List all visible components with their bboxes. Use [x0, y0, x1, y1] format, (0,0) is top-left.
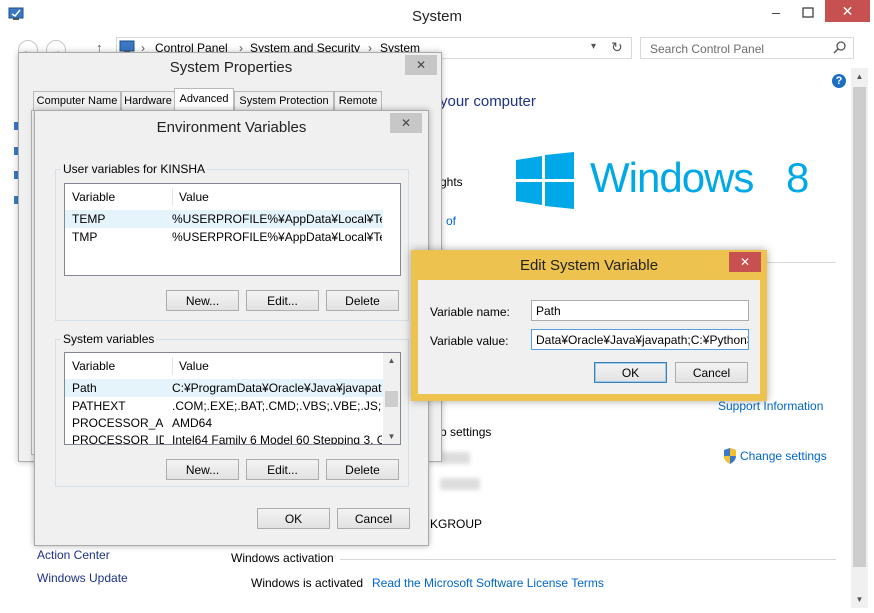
table-row[interactable]: TMP %USERPROFILE%¥AppData¥Local¥Temp [65, 228, 383, 246]
system-edit-button[interactable]: Edit... [246, 459, 319, 480]
support-information-link[interactable]: Support Information [718, 399, 823, 413]
scrollbar[interactable]: ▲ ▼ [851, 68, 868, 608]
scroll-up-icon[interactable]: ▲ [851, 68, 868, 85]
search-icon[interactable] [833, 40, 847, 57]
list-scrollbar[interactable]: ▲ ▼ [383, 353, 400, 444]
env-titlebar: Environment Variables ✕ [35, 111, 428, 143]
page-heading: your computer [440, 93, 536, 110]
tab-remote[interactable]: Remote [334, 91, 382, 111]
environment-variables-dialog: Environment Variables ✕ User variables f… [34, 110, 429, 546]
windows-flag-icon [516, 152, 574, 209]
activation-heading: Windows activation [231, 551, 334, 565]
table-row[interactable]: PROCESSOR_A... AMD64 [65, 414, 383, 432]
tab-advanced[interactable]: Advanced [174, 88, 234, 111]
address-dropdown-icon[interactable]: ▾ [591, 41, 596, 52]
edit-var-cancel-button[interactable]: Cancel [675, 362, 748, 383]
user-edit-button[interactable]: Edit... [246, 290, 319, 311]
list-header: Variable Value [65, 357, 383, 375]
search-placeholder: Search Control Panel [650, 42, 765, 56]
activation-status: Windows is activated [251, 576, 364, 590]
edit-var-body: Variable name: Path Variable value: Data… [418, 280, 760, 394]
edit-var-title: Edit System Variable [519, 257, 659, 274]
system-properties-close-button[interactable]: ✕ [405, 55, 437, 75]
shield-icon [723, 448, 737, 464]
user-variables-label: User variables for KINSHA [61, 162, 208, 176]
scroll-down-icon[interactable]: ▼ [851, 591, 868, 608]
divider [766, 262, 836, 263]
variable-value-field[interactable]: Data¥Oracle¥Java¥javapath;C:¥Python34¥ [531, 329, 749, 350]
scroll-thumb[interactable] [853, 87, 866, 567]
system-titlebar: System – ✕ [0, 0, 874, 32]
windows-logo-text: Windows [590, 154, 754, 201]
system-delete-button[interactable]: Delete [326, 459, 399, 480]
user-new-button[interactable]: New... [166, 290, 239, 311]
edit-var-ok-button[interactable]: OK [594, 362, 667, 383]
col-variable-header[interactable]: Variable [72, 188, 162, 206]
license-terms-link[interactable]: Read the Microsoft Software License Term… [372, 576, 604, 590]
col-value-header[interactable]: Value [172, 188, 399, 206]
table-row[interactable]: PROCESSOR_ID... Intel64 Family 6 Model 6… [65, 431, 383, 444]
col-variable-header[interactable]: Variable [72, 357, 162, 375]
search-input[interactable]: Search Control Panel [640, 37, 854, 59]
scroll-up-icon[interactable]: ▲ [383, 353, 400, 368]
computer-settings-heading: p settings [440, 425, 492, 439]
user-variables-list[interactable]: Variable Value TEMP %USERPROFILE%¥AppDat… [64, 183, 401, 276]
minimize-button[interactable]: – [762, 4, 790, 22]
windows-logo-number: 8 [786, 154, 810, 201]
change-settings-link[interactable]: Change settings [740, 449, 827, 463]
windows-logo: Windows 8 [516, 152, 816, 212]
env-ok-button[interactable]: OK [257, 508, 330, 529]
scroll-thumb[interactable] [385, 391, 398, 407]
system-properties-titlebar: System Properties ✕ [19, 53, 441, 85]
system-new-button[interactable]: New... [166, 459, 239, 480]
env-title: Environment Variables [156, 119, 307, 136]
tab-system-protection[interactable]: System Protection [234, 91, 334, 111]
env-close-button[interactable]: ✕ [390, 113, 422, 133]
sidebar-link-action-center[interactable]: Action Center [37, 548, 110, 562]
edit-var-titlebar: Edit System Variable ✕ [411, 250, 767, 280]
refresh-icon[interactable]: ↻ [611, 39, 623, 56]
variable-name-field[interactable]: Path [531, 300, 749, 321]
col-value-header[interactable]: Value [172, 357, 389, 375]
system-variables-list[interactable]: Variable Value Path C:¥ProgramData¥Oracl… [64, 352, 401, 445]
variable-name-label: Variable name: [430, 305, 510, 319]
sidebar-link-windows-update[interactable]: Windows Update [37, 571, 128, 585]
table-row[interactable]: PATHEXT .COM;.EXE;.BAT;.CMD;.VBS;.VBE;.J… [65, 397, 383, 415]
help-icon[interactable]: ? [832, 74, 846, 88]
edit-system-variable-dialog: Edit System Variable ✕ Variable name: Pa… [411, 250, 767, 401]
table-row[interactable]: TEMP %USERPROFILE%¥AppData¥Local¥Temp [65, 210, 383, 228]
edit-var-close-button[interactable]: ✕ [729, 252, 761, 272]
rights-text: ghts [440, 175, 463, 189]
scroll-down-icon[interactable]: ▼ [383, 429, 400, 444]
system-variables-label: System variables [61, 332, 157, 346]
of-link[interactable]: of [446, 214, 456, 228]
variable-value-label: Variable value: [430, 334, 509, 348]
close-button[interactable]: ✕ [825, 0, 870, 22]
blurred-text-2 [440, 478, 480, 490]
tab-hardware[interactable]: Hardware [121, 91, 175, 111]
blurred-text-1 [440, 452, 470, 464]
table-row[interactable]: Path C:¥ProgramData¥Oracle¥Java¥javapat.… [65, 379, 383, 397]
workgroup-text: KGROUP [430, 517, 483, 531]
list-header: Variable Value [65, 188, 400, 206]
user-delete-button[interactable]: Delete [326, 290, 399, 311]
activation-divider [340, 559, 836, 560]
tab-computer-name[interactable]: Computer Name [33, 91, 121, 111]
window-title: System [411, 8, 462, 25]
system-properties-title: System Properties [169, 59, 293, 76]
env-cancel-button[interactable]: Cancel [337, 508, 410, 529]
maximize-button[interactable] [794, 4, 822, 22]
